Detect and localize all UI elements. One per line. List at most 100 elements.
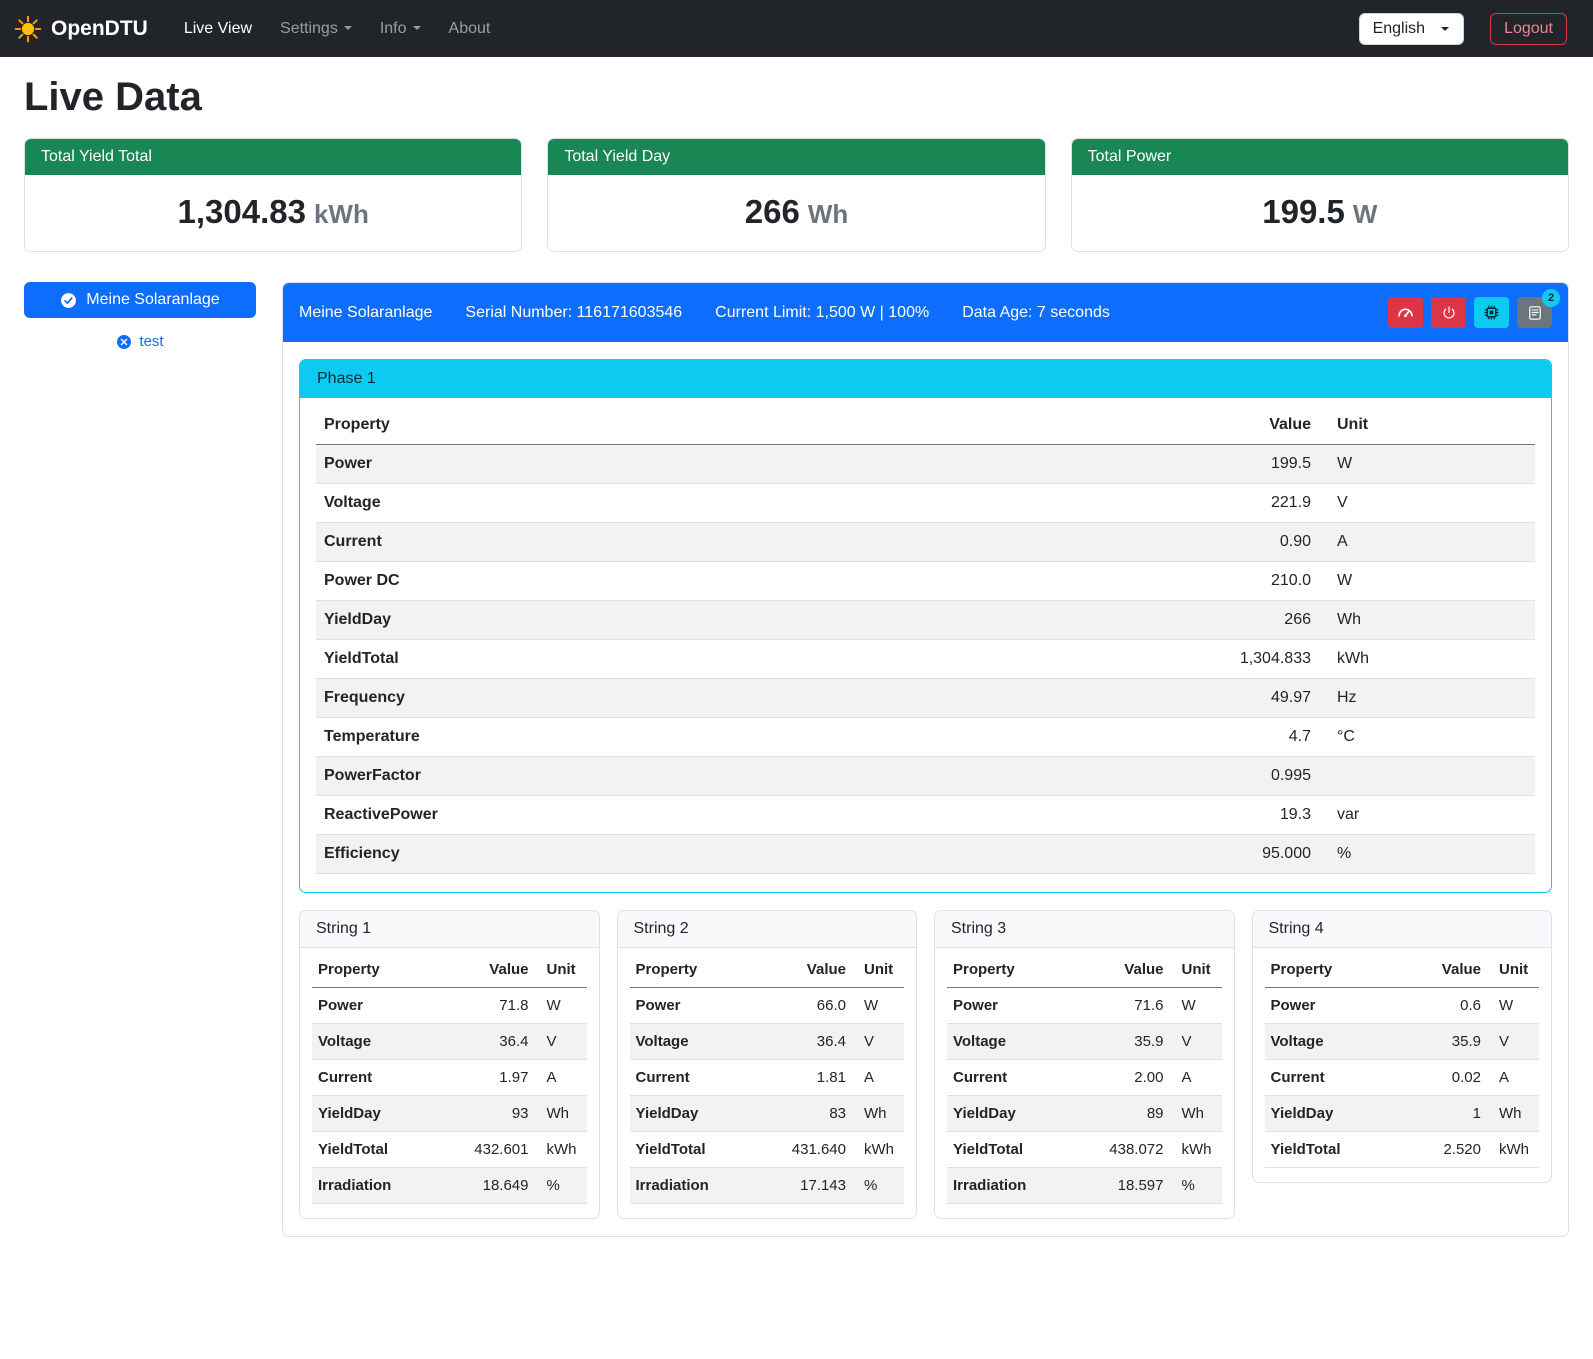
summary-card-unit: Wh [808, 199, 848, 229]
unit-cell: V [535, 1024, 587, 1060]
table-row: Power 71.8 W [312, 988, 587, 1024]
event-log-button[interactable]: 2 [1517, 297, 1552, 328]
table-row: Irradiation 18.597 % [947, 1168, 1222, 1204]
table-row: Current 2.00 A [947, 1060, 1222, 1096]
value-cell: 0.02 [1399, 1060, 1487, 1096]
property-cell: Irradiation [630, 1168, 765, 1204]
property-cell: Voltage [316, 484, 916, 523]
value-cell: 1.81 [764, 1060, 852, 1096]
column-header-value: Value [1082, 952, 1170, 988]
phase-card: Phase 1 Property Value Unit [299, 359, 1552, 893]
table-row: Temperature 4.7 °C [316, 718, 1535, 757]
value-cell: 266 [916, 601, 1319, 640]
summary-card-unit: W [1353, 199, 1378, 229]
sun-logo-icon [14, 15, 42, 43]
column-header-unit: Unit [1319, 406, 1535, 445]
table-row: Frequency 49.97 Hz [316, 679, 1535, 718]
table-row: Voltage 36.4 V [630, 1024, 905, 1060]
property-cell: Temperature [316, 718, 916, 757]
property-cell: PowerFactor [316, 757, 916, 796]
string-card-3: String 3 Property Value Unit [934, 910, 1235, 1219]
table-header-row: Property Value Unit [316, 406, 1535, 445]
navbar-right: English Logout [1359, 13, 1567, 45]
property-cell: Efficiency [316, 835, 916, 874]
unit-cell: W [1319, 445, 1535, 484]
table-row: Voltage 221.9 V [316, 484, 1535, 523]
value-cell: 210.0 [916, 562, 1319, 601]
string-title: String 2 [618, 911, 917, 948]
value-cell: 36.4 [764, 1024, 852, 1060]
value-cell: 49.97 [916, 679, 1319, 718]
column-header-unit: Unit [1170, 952, 1222, 988]
unit-cell: A [1170, 1060, 1222, 1096]
property-cell: Irradiation [312, 1168, 447, 1204]
unit-cell: kWh [1319, 640, 1535, 679]
property-cell: Power [316, 445, 916, 484]
inverter-panel-header: Meine Solaranlage Serial Number: 1161716… [283, 283, 1568, 342]
unit-cell: % [535, 1168, 587, 1204]
summary-card-body: 266Wh [548, 175, 1044, 251]
column-header-value: Value [916, 406, 1319, 445]
summary-card-total-yield-day: Total Yield Day 266Wh [547, 138, 1045, 252]
phase-title: Phase 1 [300, 360, 1551, 398]
column-header-property: Property [1265, 952, 1400, 988]
nav-item-about[interactable]: About [437, 12, 503, 46]
language-select[interactable]: English [1359, 13, 1464, 45]
property-cell: Power [947, 988, 1082, 1024]
unit-cell: Wh [852, 1096, 904, 1132]
table-row: PowerFactor 0.995 [316, 757, 1535, 796]
unit-cell: % [1319, 835, 1535, 874]
current-limit: Current Limit: 1,500 W | 100% [715, 304, 929, 322]
string-table: Property Value Unit Power 0.6 W [1265, 952, 1540, 1168]
string-table: Property Value Unit Power 66.0 W [630, 952, 905, 1204]
string-table: Property Value Unit Power 71.8 W [312, 952, 587, 1204]
sidebar-item-test[interactable]: test [24, 333, 256, 350]
unit-cell: Hz [1319, 679, 1535, 718]
limit-settings-button[interactable] [1388, 297, 1423, 328]
value-cell: 35.9 [1399, 1024, 1487, 1060]
sidebar-item-meine-solaranlage[interactable]: Meine Solaranlage [24, 282, 256, 318]
table-row: YieldDay 266 Wh [316, 601, 1535, 640]
nav-item-live-view[interactable]: Live View [172, 12, 264, 46]
logout-button[interactable]: Logout [1490, 13, 1567, 45]
property-cell: Power DC [316, 562, 916, 601]
page-title: Live Data [24, 75, 1569, 120]
property-cell: Power [630, 988, 765, 1024]
summary-card-total-power: Total Power 199.5W [1071, 138, 1569, 252]
table-row: Power 66.0 W [630, 988, 905, 1024]
nav-item-info[interactable]: Info [368, 12, 433, 46]
power-button[interactable] [1431, 297, 1466, 328]
power-icon [1441, 305, 1457, 321]
unit-cell: kWh [1170, 1132, 1222, 1168]
table-row: YieldDay 93 Wh [312, 1096, 587, 1132]
chevron-down-icon [1441, 27, 1449, 31]
column-header-property: Property [312, 952, 447, 988]
value-cell: 83 [764, 1096, 852, 1132]
column-header-unit: Unit [535, 952, 587, 988]
table-row: Power 71.6 W [947, 988, 1222, 1024]
summary-card-total-yield-total: Total Yield Total 1,304.83kWh [24, 138, 522, 252]
property-cell: Voltage [947, 1024, 1082, 1060]
string-body: Property Value Unit Power 0.6 W [1253, 948, 1552, 1182]
summary-card-title: Total Yield Day [548, 139, 1044, 175]
string-body: Property Value Unit Power 66.0 W [618, 948, 917, 1218]
value-cell: 1 [1399, 1096, 1487, 1132]
column-header-property: Property [316, 406, 916, 445]
inverter-sidebar: Meine Solaranlage test [24, 282, 256, 350]
value-cell: 18.597 [1082, 1168, 1170, 1204]
string-card-2: String 2 Property Value Unit [617, 910, 918, 1219]
string-table-body: Power 66.0 W Voltage 36.4 V Current [630, 988, 905, 1204]
value-cell: 95.000 [916, 835, 1319, 874]
property-cell: Voltage [312, 1024, 447, 1060]
device-info-button[interactable] [1474, 297, 1509, 328]
table-header-row: Property Value Unit [1265, 952, 1540, 988]
nav-item-settings[interactable]: Settings [268, 12, 364, 46]
brand-link[interactable]: OpenDTU [14, 15, 148, 43]
sidebar-item-label: test [139, 333, 163, 350]
property-cell: YieldTotal [312, 1132, 447, 1168]
table-row: YieldDay 1 Wh [1265, 1096, 1540, 1132]
data-age: Data Age: 7 seconds [962, 304, 1110, 322]
value-cell: 1.97 [447, 1060, 535, 1096]
unit-cell: V [1487, 1024, 1539, 1060]
unit-cell: var [1319, 796, 1535, 835]
